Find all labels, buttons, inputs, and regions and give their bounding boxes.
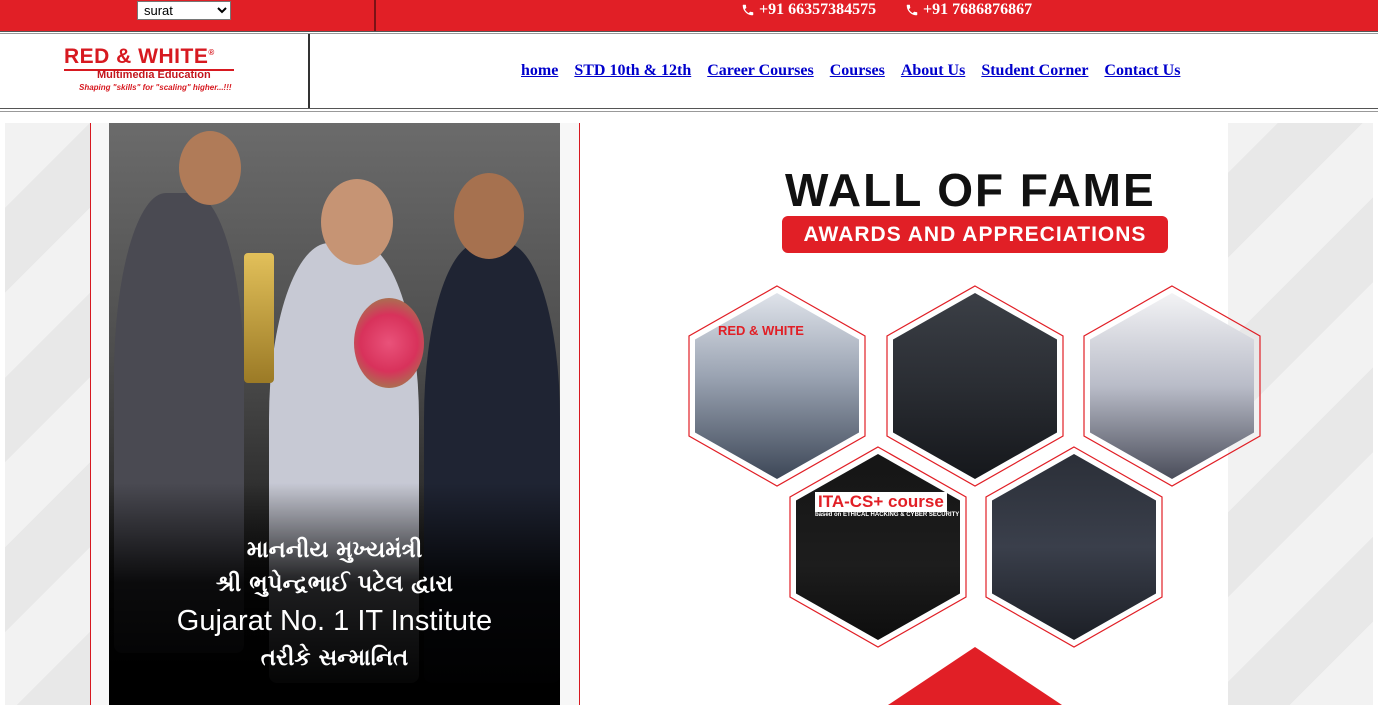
phone-contact-1[interactable]: +91 66357384575 bbox=[741, 1, 876, 19]
logo-name-wrap: RED & WHITE® bbox=[64, 45, 215, 69]
caption-line-4: તરીકે સન્માનિત bbox=[260, 645, 409, 671]
person-right-head bbox=[454, 173, 524, 259]
caption-line-2: શ્રી ભુપેન્દ્રભાઈ પટેલ દ્વારા bbox=[215, 571, 454, 597]
hero-banner[interactable]: માનનીય મુખ્યમંત્રી શ્રી ભુપેન્દ્રભાઈ પટે… bbox=[5, 123, 1373, 705]
nav-link-courses[interactable]: Courses bbox=[830, 62, 885, 80]
trophy bbox=[244, 253, 274, 383]
nav-link-about-us[interactable]: About Us bbox=[901, 62, 965, 80]
logo-name: RED & WHITE bbox=[64, 45, 209, 68]
person-center-head bbox=[321, 179, 393, 265]
award-photo: માનનીય મુખ્યમંત્રી શ્રી ભુપેન્દ્રભાઈ પટે… bbox=[109, 123, 560, 705]
header-rule-bottom bbox=[0, 108, 1378, 112]
wall-of-fame-subtitle: AWARDS AND APPRECIATIONS bbox=[782, 216, 1168, 253]
main-nav: home STD 10th & 12th Career Courses Cour… bbox=[521, 62, 1180, 80]
hex-ita-sublabel: based on ETHICAL HACKING & CYBER SECURIT… bbox=[815, 512, 960, 518]
logo-registered-mark: ® bbox=[208, 48, 215, 57]
phone-contact-2[interactable]: +91 7686876867 bbox=[905, 1, 1032, 19]
logo[interactable]: RED & WHITE® Multimedia Education Shapin… bbox=[0, 34, 310, 109]
flower-bouquet bbox=[354, 298, 424, 388]
phone-icon bbox=[906, 4, 918, 16]
topbar-divider bbox=[374, 0, 376, 31]
phone-icon bbox=[742, 4, 754, 16]
hex-photo-ita-cs: ITA-CS+ course based on ETHICAL HACKING … bbox=[789, 446, 967, 648]
phone-number-1: +91 66357384575 bbox=[759, 1, 877, 18]
nav-link-career-courses[interactable]: Career Courses bbox=[707, 62, 814, 80]
hex-rw-label: RED & WHITE bbox=[718, 323, 804, 338]
nav-link-student-corner[interactable]: Student Corner bbox=[981, 62, 1088, 80]
wall-of-fame-title: WALL OF FAME bbox=[785, 164, 1156, 216]
caption-line-3: Gujarat No. 1 IT Institute bbox=[176, 605, 493, 637]
red-triangle-decor bbox=[888, 647, 1062, 705]
caption-line-1: માનનીય મુખ્યમંત્રી bbox=[246, 537, 423, 563]
city-select[interactable]: surat bbox=[137, 1, 231, 20]
phone-number-2: +91 7686876867 bbox=[923, 1, 1033, 18]
top-bar: surat +91 66357384575 +91 7686876867 bbox=[0, 0, 1378, 31]
hex-photo-ceremony bbox=[985, 446, 1163, 648]
nav-link-std[interactable]: STD 10th & 12th bbox=[574, 62, 691, 80]
logo-subtitle: Multimedia Education bbox=[97, 69, 211, 81]
hex-ita-label: ITA-CS+ course bbox=[815, 492, 947, 512]
logo-tagline: Shaping "skills" for "scaling" higher...… bbox=[79, 83, 232, 92]
nav-link-contact-us[interactable]: Contact Us bbox=[1104, 62, 1180, 80]
nav-link-home[interactable]: home bbox=[521, 62, 558, 80]
person-left-head bbox=[179, 131, 241, 205]
